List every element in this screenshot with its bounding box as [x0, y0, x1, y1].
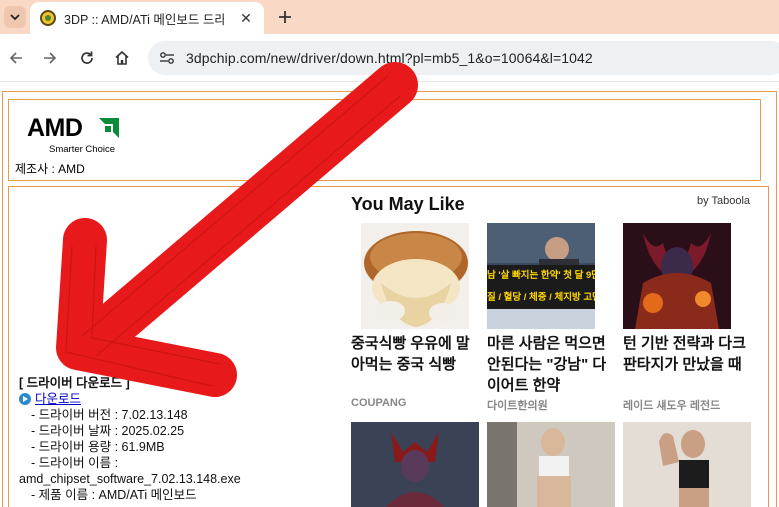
- card-2-title[interactable]: 마른 사람은 먹으면 안된다는 "강남" 다이어트 한약: [487, 333, 611, 396]
- new-tab-button[interactable]: [273, 5, 297, 29]
- arrow-left-icon: [9, 52, 22, 64]
- reload-button[interactable]: [75, 46, 99, 70]
- manufacturer-box: AMD Smarter Choice 제조사 : AMD: [8, 99, 761, 181]
- plus-icon: [279, 11, 291, 23]
- card-6-image[interactable]: [623, 422, 751, 507]
- tab-search-button[interactable]: [4, 6, 26, 28]
- arrow-right-icon: [44, 52, 57, 64]
- card-2-thumb-caption-2: 질 / 혈당 / 체중 / 체지방 고민: [487, 292, 595, 303]
- card-5-image[interactable]: [487, 422, 615, 507]
- forward-button[interactable]: [38, 46, 62, 70]
- close-tab-icon[interactable]: ✕: [238, 10, 254, 26]
- card-1-title[interactable]: 중국식빵 우유에 말아먹는 중국 식빵: [351, 333, 475, 375]
- card-3-image[interactable]: [623, 223, 731, 329]
- driver-info: [ 드라이버 다운로드 ] 다운로드 - 드라이버 버전 : 7.02.13.1…: [19, 375, 241, 503]
- card-3-title[interactable]: 턴 기반 전략과 다크 판타지가 만났을 때: [623, 333, 747, 375]
- amd-arrow-logo-icon: [99, 118, 119, 138]
- driver-name-label: - 드라이버 이름 :: [31, 456, 119, 470]
- tab-strip: 3DP :: AMD/ATi 메인보드 드라 ✕: [0, 0, 779, 34]
- driver-download-heading: [ 드라이버 다운로드 ]: [19, 376, 130, 390]
- card-3-source[interactable]: 레이드 섀도우 레전드: [623, 397, 720, 413]
- card-4-image[interactable]: [351, 422, 479, 507]
- driver-version: - 드라이버 버전 : 7.02.13.148: [31, 408, 188, 422]
- home-button[interactable]: [110, 46, 134, 70]
- chevron-down-icon: [10, 14, 20, 21]
- reload-icon: [81, 51, 93, 64]
- driver-size: - 드라이버 용량 : 61.9MB: [31, 440, 165, 454]
- active-tab[interactable]: 3DP :: AMD/ATi 메인보드 드라 ✕: [30, 2, 264, 34]
- address-bar[interactable]: 3dpchip.com/new/driver/down.html?pl=mb5_…: [148, 41, 779, 75]
- taboola-attribution[interactable]: by Taboola: [697, 195, 750, 207]
- driver-filename: amd_chipset_software_7.02.13.148.exe: [19, 472, 241, 486]
- url-text[interactable]: 3dpchip.com/new/driver/down.html?pl=mb5_…: [186, 50, 593, 66]
- driver-date: - 드라이버 날짜 : 2025.02.25: [31, 424, 185, 438]
- back-button[interactable]: [4, 46, 28, 70]
- download-arrow-icon: [19, 393, 31, 405]
- home-icon: [115, 50, 129, 65]
- site-favicon-icon: [40, 10, 56, 26]
- you-may-like-title: You May Like: [351, 194, 465, 214]
- browser-toolbar: 3dpchip.com/new/driver/down.html?pl=mb5_…: [0, 34, 779, 82]
- download-link[interactable]: 다운로드: [35, 391, 81, 407]
- card-2-image[interactable]: 남 '살 빠지는 한약' 첫 달 9만 질 / 혈당 / 체중 / 체지방 고민: [487, 223, 595, 329]
- card-2-thumb-caption-1: 남 '살 빠지는 한약' 첫 달 9만: [487, 270, 595, 281]
- amd-logo: AMD Smarter Choice: [27, 114, 119, 155]
- card-1-source[interactable]: COUPANG: [351, 397, 406, 409]
- site-info-icon[interactable]: [156, 47, 178, 69]
- page-content: AMD Smarter Choice 제조사 : AMD [ 드라이버 다운로드…: [0, 83, 779, 507]
- card-2-source[interactable]: 다이트한의원: [487, 397, 548, 413]
- card-1-image[interactable]: [361, 223, 469, 329]
- product-name: - 제품 이름 : AMD/ATi 메인보드: [31, 488, 197, 502]
- manufacturer-label: 제조사 : AMD: [15, 162, 85, 176]
- tab-title: 3DP :: AMD/ATi 메인보드 드라: [64, 12, 224, 27]
